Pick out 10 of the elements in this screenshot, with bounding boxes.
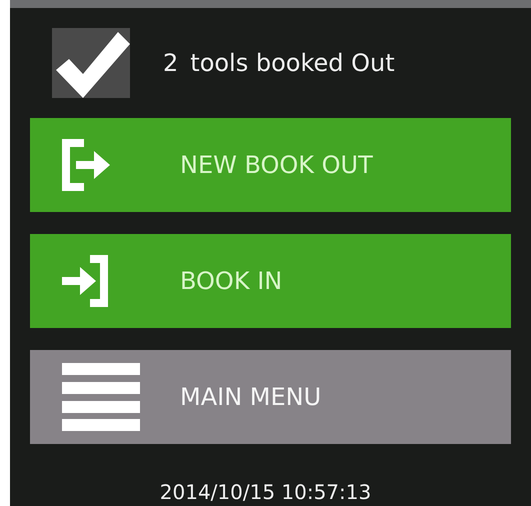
main-menu-button[interactable]: MAIN MENU [30, 350, 511, 444]
exit-arrow-icon [62, 139, 110, 191]
enter-arrow-icon [62, 255, 108, 307]
book-in-button[interactable]: BOOK IN [30, 234, 511, 328]
checkbox[interactable] [52, 28, 130, 98]
tool-count: 2 [163, 49, 178, 77]
status-text: tools booked Out [190, 49, 395, 77]
menu-icon [62, 363, 140, 431]
book-out-button[interactable]: NEW BOOK OUT [30, 118, 511, 212]
date-time: 2014/10/15 10:57:13 [160, 480, 372, 504]
